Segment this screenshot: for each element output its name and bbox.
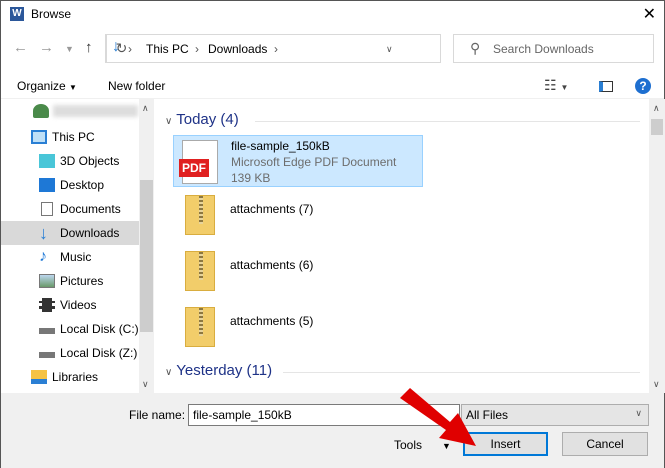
blurred-user-name — [53, 105, 138, 117]
recent-locations-icon[interactable]: ▼ — [65, 44, 74, 54]
nav-label: 3D Objects — [60, 154, 120, 168]
forward-button[interactable]: → — [39, 39, 54, 56]
file-item-zip[interactable]: attachments (7) — [173, 191, 423, 243]
nav-label: Pictures — [60, 274, 104, 288]
preview-pane-icon[interactable] — [599, 81, 613, 92]
search-placeholder: Search Downloads — [493, 42, 594, 56]
nav-item-videos[interactable]: Videos — [1, 293, 139, 317]
address-bar[interactable]: ↓ › This PC › Downloads › ∨ ↻ — [105, 34, 441, 63]
group-label: Yesterday (11) — [176, 362, 273, 379]
nav-item-local-disk-z[interactable]: Local Disk (Z:) — [1, 341, 139, 365]
divider — [283, 372, 640, 373]
file-type: Microsoft Edge PDF Document — [231, 155, 397, 169]
pdf-icon-label: PDF — [179, 159, 209, 177]
title-bar: W Browse ✕ — [1, 1, 664, 28]
group-header-today[interactable]: ∨ Today (4) — [165, 111, 645, 128]
nav-label: Music — [60, 250, 92, 264]
nav-item-this-pc[interactable]: This PC — [1, 125, 139, 149]
pictures-icon — [39, 274, 55, 288]
content-scrollbar[interactable]: ∧ ∨ — [649, 99, 665, 393]
cube-icon — [39, 154, 55, 168]
videos-icon — [39, 298, 55, 312]
file-size: 139 KB — [231, 171, 271, 185]
close-button[interactable]: ✕ — [643, 4, 656, 24]
scrollbar-thumb[interactable] — [140, 180, 153, 332]
divider — [255, 121, 640, 122]
pc-icon — [31, 130, 47, 144]
nav-label: Videos — [60, 298, 97, 312]
chevron-right-icon: › — [128, 42, 132, 56]
nav-item-downloads[interactable]: ↓ Downloads — [1, 221, 139, 245]
file-type-select[interactable]: All Files ∨ — [461, 404, 649, 426]
zip-folder-icon — [185, 195, 215, 235]
organize-button[interactable]: Organize ▼ — [17, 79, 77, 93]
view-options-icon[interactable]: ☷ ▼ — [544, 77, 568, 94]
up-button[interactable]: ↑ — [85, 39, 93, 56]
group-header-yesterday[interactable]: ∨ Yesterday (11) — [165, 362, 645, 379]
red-arrow-annotation — [400, 388, 476, 446]
file-item-pdf[interactable]: PDF file-sample_150kB Microsoft Edge PDF… — [173, 135, 423, 187]
file-list: ∨ Today (4) PDF file-sample_150kB Micros… — [161, 99, 649, 393]
navigation-pane: This PC 3D Objects Desktop Documents ↓ Do… — [1, 99, 139, 393]
nav-label: This PC — [52, 130, 95, 144]
disk-icon — [39, 352, 55, 358]
nav-item-desktop[interactable]: Desktop — [1, 173, 139, 197]
libraries-icon — [31, 370, 47, 384]
chevron-right-icon: › — [274, 42, 278, 56]
help-icon[interactable]: ? — [635, 78, 651, 94]
nav-label: Local Disk (Z:) — [60, 346, 138, 360]
address-dropdown-icon[interactable]: ∨ — [386, 44, 393, 55]
zip-folder-icon — [185, 307, 215, 347]
download-icon: ↓ — [39, 223, 48, 243]
zip-folder-icon — [185, 251, 215, 291]
nav-item-pictures[interactable]: Pictures — [1, 269, 139, 293]
file-item-zip[interactable]: attachments (5) — [173, 303, 423, 355]
breadcrumb-this-pc[interactable]: This PC — [146, 42, 189, 56]
nav-item-libraries[interactable]: Libraries — [1, 365, 139, 389]
window-title: Browse — [31, 7, 72, 21]
nav-label: Libraries — [52, 370, 99, 384]
chevron-right-icon: › — [195, 42, 199, 56]
scroll-up-icon[interactable]: ∧ — [142, 103, 149, 114]
nav-label: Local Disk (C:) — [60, 322, 139, 336]
breadcrumb-downloads[interactable]: Downloads — [208, 42, 267, 56]
user-icon — [33, 104, 49, 118]
scrollbar-thumb[interactable] — [651, 119, 663, 135]
nav-label: Documents — [60, 202, 121, 216]
scroll-down-icon[interactable]: ∨ — [653, 379, 660, 390]
nav-label: Downloads — [60, 226, 120, 240]
nav-item-user[interactable] — [1, 99, 139, 123]
file-name-label: File name: — [129, 408, 186, 422]
nav-item-music[interactable]: ♪ Music — [1, 245, 139, 269]
cancel-button[interactable]: Cancel — [562, 432, 648, 456]
nav-item-3d-objects[interactable]: 3D Objects — [1, 149, 139, 173]
nav-item-documents[interactable]: Documents — [1, 197, 139, 221]
scroll-up-icon[interactable]: ∧ — [653, 103, 660, 114]
documents-icon — [41, 202, 53, 216]
file-name: attachments (7) — [230, 202, 314, 216]
desktop-icon — [39, 178, 55, 192]
file-name: attachments (5) — [230, 314, 314, 328]
new-folder-button[interactable]: New folder — [108, 79, 165, 93]
group-label: Today (4) — [176, 111, 239, 128]
word-app-icon: W — [10, 7, 24, 21]
search-icon: ⚲ — [470, 40, 481, 56]
file-item-zip[interactable]: attachments (6) — [173, 247, 423, 299]
music-icon: ♪ — [39, 248, 47, 265]
file-name: file-sample_150kB — [231, 139, 330, 153]
file-name: attachments (6) — [230, 258, 314, 272]
nav-scrollbar[interactable]: ∧ ∨ — [139, 99, 154, 393]
browse-dialog: W Browse ✕ ← → ▼ ↑ ↓ › This PC › Downloa… — [0, 0, 665, 468]
nav-label: Desktop — [60, 178, 105, 192]
nav-item-local-disk-c[interactable]: Local Disk (C:) — [1, 317, 139, 341]
organize-label: Organize — [17, 79, 66, 93]
search-input[interactable]: ⚲ Search Downloads — [453, 34, 654, 63]
download-icon: ↓ — [112, 38, 120, 55]
chevron-down-icon: ∨ — [635, 408, 642, 418]
back-button[interactable]: ← — [13, 39, 28, 56]
scroll-down-icon[interactable]: ∨ — [142, 379, 149, 390]
dialog-footer: File name: file-sample_150kB All Files ∨ … — [1, 393, 664, 468]
disk-icon — [39, 328, 55, 334]
pdf-file-icon: PDF — [179, 140, 218, 184]
